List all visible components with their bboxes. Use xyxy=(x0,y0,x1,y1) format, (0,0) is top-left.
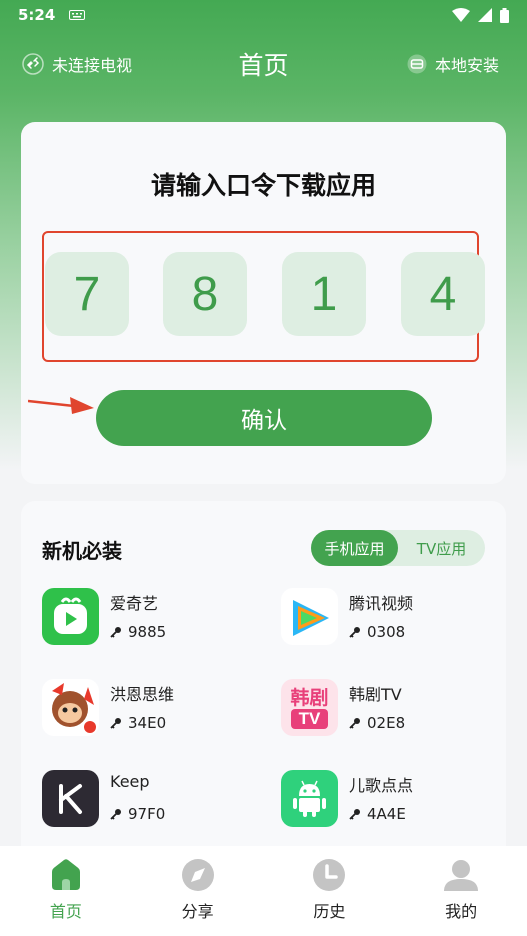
top-app-bar: 未连接电视 首页 本地安装 xyxy=(0,40,527,88)
compass-icon xyxy=(181,859,214,891)
recommended-apps-card: 新机必装 手机应用 TV应用 爱奇艺 9885 腾讯视频 0308 洪恩思维 3… xyxy=(21,501,506,861)
app-code: 4A4E xyxy=(349,805,406,823)
local-install-label: 本地安装 xyxy=(434,56,499,75)
iqiyi-app-icon xyxy=(42,588,99,645)
app-item-erge[interactable]: 儿歌点点 4A4E xyxy=(281,770,501,830)
key-icon xyxy=(349,627,360,638)
confirm-button[interactable]: 确认 xyxy=(96,390,432,446)
nav-home[interactable]: 首页 xyxy=(0,846,132,936)
hanju-icon-top-text: 韩剧 xyxy=(290,686,329,709)
keyboard-icon xyxy=(69,10,86,20)
app-item-hanju-tv[interactable]: 韩剧 TV 韩剧TV 02E8 xyxy=(281,679,501,739)
key-icon xyxy=(349,809,360,820)
clock-icon xyxy=(313,859,346,891)
section-title: 新机必装 xyxy=(42,539,122,563)
status-time: 5:24 xyxy=(18,6,56,24)
key-icon xyxy=(110,718,121,729)
app-name: 爱奇艺 xyxy=(110,594,159,613)
signal-icon xyxy=(478,8,492,22)
pointer-arrow-icon xyxy=(28,397,94,414)
app-name: 洪恩思维 xyxy=(110,685,175,704)
app-code: 9885 xyxy=(110,623,166,641)
app-code-value: 4A4E xyxy=(367,805,406,823)
app-item-iqiyi[interactable]: 爱奇艺 9885 xyxy=(42,588,262,648)
code-digit-3[interactable]: 1 xyxy=(282,252,366,336)
app-name: 韩剧TV xyxy=(349,685,402,704)
app-code-value: 02E8 xyxy=(367,714,406,732)
key-icon xyxy=(110,809,121,820)
nav-mine[interactable]: 我的 xyxy=(395,846,527,936)
wifi-icon xyxy=(452,8,470,22)
nav-label: 分享 xyxy=(181,902,214,921)
code-digit-4[interactable]: 4 xyxy=(401,252,485,336)
nav-share[interactable]: 分享 xyxy=(132,846,264,936)
bottom-navigation: 首页 分享 历史 我的 xyxy=(0,846,527,936)
app-item-keep[interactable]: Keep 97F0 xyxy=(42,770,262,830)
battery-icon xyxy=(500,7,509,23)
hongen-monkey-app-icon xyxy=(42,679,99,736)
tab-tv-apps[interactable]: TV应用 xyxy=(398,530,485,566)
app-code-value: 0308 xyxy=(367,623,406,641)
status-bar: 5:24 xyxy=(0,0,527,30)
app-code-value: 34E0 xyxy=(128,714,167,732)
hanju-icon-bottom-text: TV xyxy=(290,708,329,729)
app-type-toggle: 手机应用 TV应用 xyxy=(311,530,485,566)
nav-label: 首页 xyxy=(49,902,82,921)
keep-app-icon xyxy=(42,770,99,827)
nav-label: 历史 xyxy=(313,902,346,921)
nav-history[interactable]: 历史 xyxy=(264,846,396,936)
home-icon xyxy=(51,859,80,890)
app-code-value: 9885 xyxy=(128,623,167,641)
tab-phone-apps[interactable]: 手机应用 xyxy=(311,530,398,566)
status-icons xyxy=(452,7,509,23)
app-item-tencent-video[interactable]: 腾讯视频 0308 xyxy=(281,588,501,648)
key-icon xyxy=(349,718,360,729)
code-prompt: 请输入口令下载应用 xyxy=(150,171,376,200)
app-name: Keep xyxy=(110,772,150,791)
app-code: 02E8 xyxy=(349,714,405,732)
code-digit-1[interactable]: 7 xyxy=(45,252,129,336)
nav-label: 我的 xyxy=(445,902,478,921)
app-code: 34E0 xyxy=(110,714,166,732)
app-code: 97F0 xyxy=(110,805,165,823)
local-install-button[interactable]: 本地安装 xyxy=(407,52,499,76)
app-item-hongen[interactable]: 洪恩思维 34E0 xyxy=(42,679,262,739)
user-icon xyxy=(444,860,479,891)
app-code: 0308 xyxy=(349,623,405,641)
app-name: 儿歌点点 xyxy=(349,776,414,795)
tencent-video-app-icon xyxy=(281,588,338,645)
install-box-icon xyxy=(407,54,427,74)
code-digit-2[interactable]: 8 xyxy=(163,252,247,336)
app-code-value: 97F0 xyxy=(128,805,166,823)
android-app-icon xyxy=(281,770,338,827)
key-icon xyxy=(110,627,121,638)
app-name: 腾讯视频 xyxy=(349,594,414,613)
hanju-tv-app-icon: 韩剧 TV xyxy=(281,679,338,736)
